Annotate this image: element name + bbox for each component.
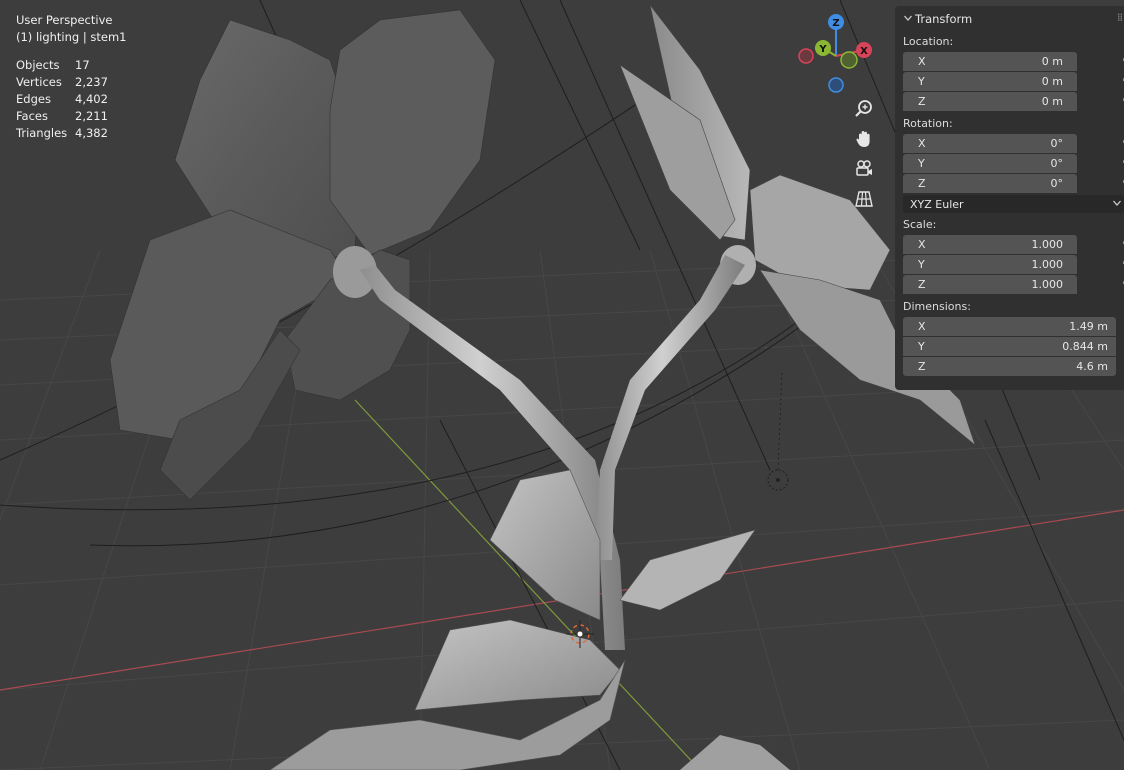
location-y-field[interactable]: Y 0 m — [903, 72, 1077, 91]
ortho-toggle-button[interactable] — [850, 185, 878, 213]
gizmo-neg-y-icon — [840, 51, 858, 69]
axis-label: Y — [918, 258, 925, 271]
rotation-fields: X 0° Y 0° Z 0° — [903, 134, 1124, 193]
stat-value: 2,211 — [75, 109, 108, 123]
field-value: 0 m — [1041, 75, 1063, 88]
gizmo-neg-x-icon — [798, 48, 814, 64]
dimensions-z-field[interactable]: Z 4.6 m — [903, 357, 1116, 376]
gizmo-x-label: X — [860, 46, 868, 57]
zoom-icon — [855, 100, 872, 117]
stat-label: Triangles — [16, 126, 68, 140]
field-value: 1.000 — [1031, 258, 1064, 271]
scale-y-field[interactable]: Y 1.000 — [903, 255, 1077, 274]
field-value: 0° — [1050, 177, 1064, 190]
rotation-x-field[interactable]: X 0° — [903, 134, 1077, 153]
dimensions-y-field[interactable]: Y 0.844 m — [903, 337, 1116, 356]
axis-label: Z — [918, 278, 926, 291]
panel-title: Transform — [915, 12, 973, 26]
pan-button[interactable] — [850, 125, 878, 153]
stat-value: 4,382 — [75, 126, 108, 140]
field-value: 1.000 — [1031, 278, 1064, 291]
rotation-z-field[interactable]: Z 0° — [903, 174, 1077, 193]
stat-row: Edges 4,402 — [16, 91, 127, 108]
lower-leaves — [269, 469, 790, 770]
axis-label: Y — [918, 340, 925, 353]
field-value: 1.49 m — [1069, 320, 1108, 333]
left-flower — [109, 9, 496, 501]
scale-z-field[interactable]: Z 1.000 — [903, 275, 1077, 294]
stat-row: Objects 17 — [16, 57, 127, 74]
field-value: 0 m — [1041, 95, 1063, 108]
stat-label: Faces — [16, 109, 48, 123]
stat-value: 4,402 — [75, 92, 108, 106]
axis-label: X — [918, 320, 926, 333]
rotation-y-field[interactable]: Y 0° — [903, 154, 1077, 173]
axis-label: Z — [918, 177, 926, 190]
stat-value: 17 — [75, 58, 90, 72]
grid-ortho-icon — [855, 191, 873, 207]
axis-label: Y — [918, 75, 925, 88]
field-value: 4.6 m — [1076, 360, 1108, 373]
gizmo-z-label: Z — [832, 18, 839, 29]
stat-row: Faces 2,211 — [16, 108, 127, 125]
field-value: 0.844 m — [1062, 340, 1108, 353]
stat-row: Triangles 4,382 — [16, 125, 127, 142]
scale-fields: X 1.000 Y 1.000 Z 1.000 — [903, 235, 1124, 294]
location-x-field[interactable]: X 0 m — [903, 52, 1077, 71]
field-value: 1.000 — [1031, 238, 1064, 251]
axis-label: X — [918, 55, 926, 68]
scene-statistics: Objects 17 Vertices 2,237 Edges 4,402 Faces… — [16, 57, 127, 142]
zoom-button[interactable] — [850, 95, 878, 123]
field-value: 0° — [1050, 137, 1064, 150]
stat-label: Vertices — [16, 75, 62, 89]
viewport-info-overlay: User Perspective (1) lighting | stem1 Ob… — [16, 12, 127, 142]
location-z-field[interactable]: Z 0 m — [903, 92, 1077, 111]
camera-view-button[interactable] — [850, 155, 878, 183]
stat-label: Objects — [16, 58, 60, 72]
axis-label: Y — [918, 157, 925, 170]
hand-pan-icon — [856, 131, 870, 147]
axis-label: X — [918, 238, 926, 251]
scale-x-field[interactable]: X 1.000 — [903, 235, 1077, 254]
chevron-down-icon — [903, 13, 915, 26]
light-object-icon — [767, 369, 789, 491]
drag-handle-icon[interactable]: ⁞⁞ — [1117, 11, 1123, 24]
field-value: 0 m — [1041, 55, 1063, 68]
scale-label: Scale: — [903, 218, 937, 231]
rotation-mode-select[interactable]: XYZ Euler — [903, 195, 1124, 213]
location-label: Location: — [903, 35, 954, 48]
camera-icon — [856, 160, 872, 176]
dimensions-x-field[interactable]: X 1.49 m — [903, 317, 1116, 336]
location-fields: X 0 m Y 0 m Z 0 m — [903, 52, 1124, 111]
chevron-down-icon — [1112, 198, 1122, 211]
axis-label: Z — [918, 360, 926, 373]
stat-row: Vertices 2,237 — [16, 74, 127, 91]
navigation-gizmo[interactable]: Z X Y — [796, 12, 876, 94]
collection-object-label: (1) lighting | stem1 — [16, 30, 127, 44]
transform-panel-header[interactable]: Transform ⁞⁞ — [895, 6, 1124, 32]
dimensions-fields: X 1.49 m Y 0.844 m Z 4.6 m — [903, 317, 1116, 376]
rotation-label: Rotation: — [903, 117, 953, 130]
gizmo-y-label: Y — [818, 44, 827, 55]
rotation-mode-value: XYZ Euler — [910, 197, 964, 211]
gizmo-neg-z-icon — [828, 77, 844, 93]
axis-label: X — [918, 137, 926, 150]
field-value: 0° — [1050, 157, 1064, 170]
axis-label: Z — [918, 95, 926, 108]
dimensions-label: Dimensions: — [903, 300, 971, 313]
view-name: User Perspective — [16, 13, 113, 27]
transform-panel: Transform ⁞⁞ Location: X 0 m Y 0 m Z 0 m Ro… — [895, 6, 1124, 390]
stat-label: Edges — [16, 92, 51, 106]
stat-value: 2,237 — [75, 75, 108, 89]
